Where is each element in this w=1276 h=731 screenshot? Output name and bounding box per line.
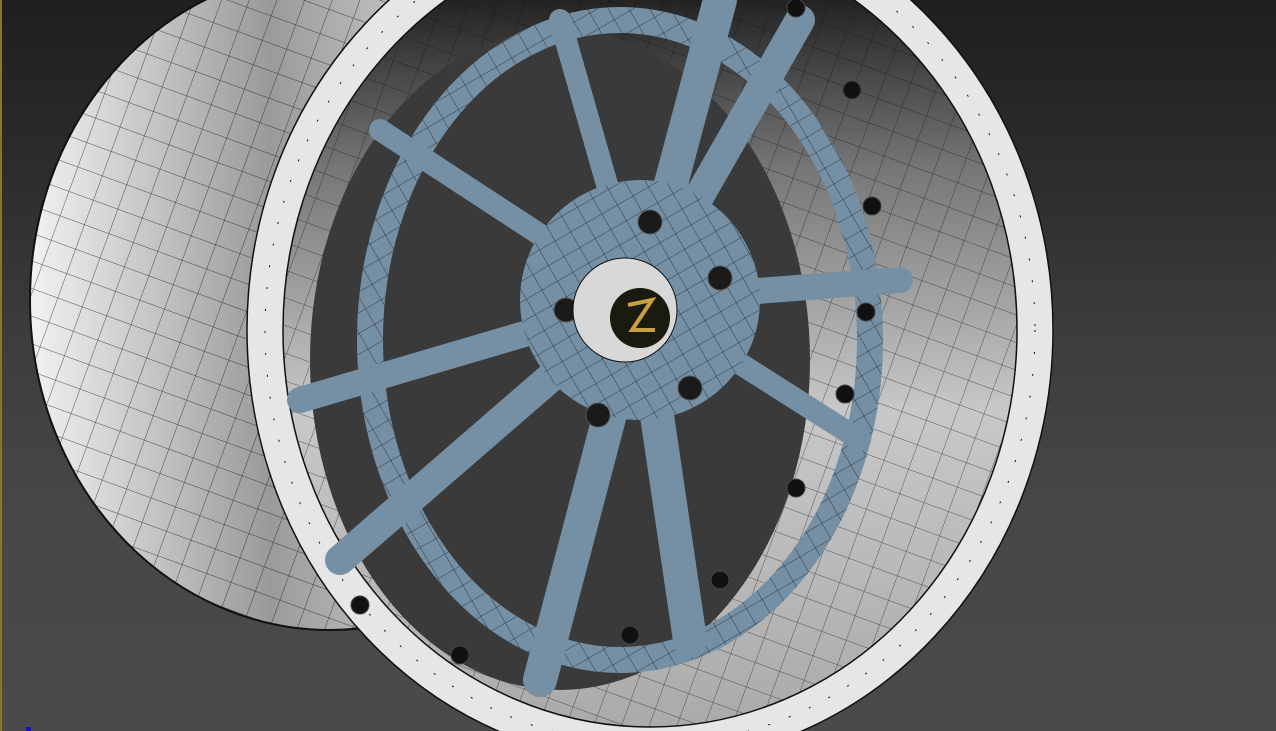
wheel-model	[29, 0, 1054, 731]
axis-gizmo-icon	[26, 727, 31, 731]
3d-viewport[interactable]	[0, 0, 1276, 731]
center-cap	[572, 257, 678, 363]
